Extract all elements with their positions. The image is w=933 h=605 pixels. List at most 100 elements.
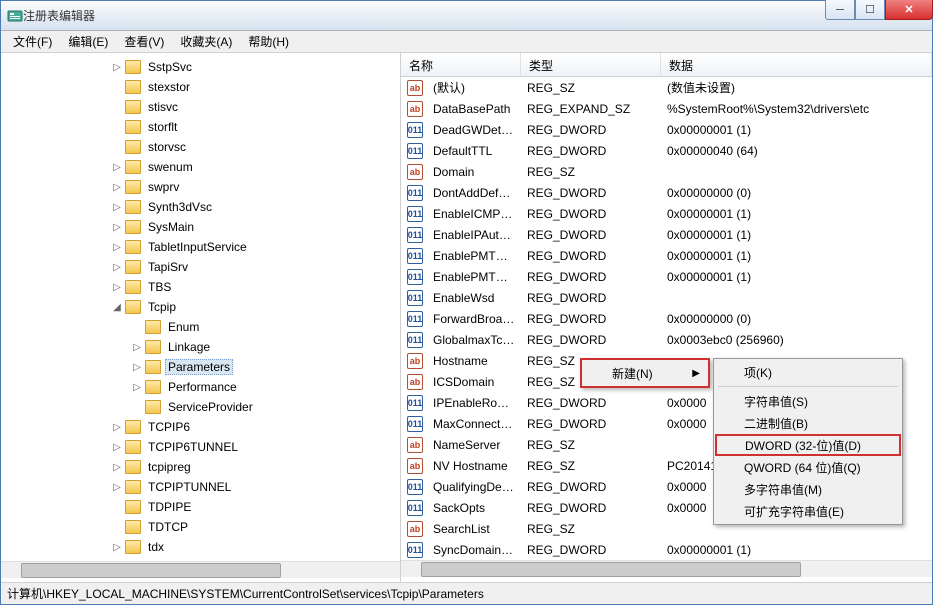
context-item-binary[interactable]: 二进制值(B) xyxy=(716,412,900,434)
menu-file[interactable]: 文件(F) xyxy=(5,31,60,52)
value-data xyxy=(661,527,932,531)
tree-item[interactable]: ▷TCPIPTUNNEL xyxy=(51,477,400,497)
value-row[interactable]: 011GlobalmaxTcp ...REG_DWORD0x0003ebc0 (… xyxy=(401,329,932,350)
tree-item[interactable]: ▷ TCPIP6 xyxy=(51,417,400,437)
value-row[interactable]: 011ForwardBroad...REG_DWORD0x00000000 (0… xyxy=(401,308,932,329)
expander-icon[interactable]: ◢ xyxy=(111,302,123,313)
list-hscrollbar[interactable] xyxy=(401,560,932,577)
tree-hscrollbar[interactable] xyxy=(1,561,400,578)
tree-item[interactable]: storflt xyxy=(51,117,400,137)
tree-item[interactable]: ▷Parameters xyxy=(51,357,400,377)
expander-icon[interactable]: ▷ xyxy=(111,262,123,273)
expander-icon[interactable]: ▷ xyxy=(131,342,143,353)
value-type: REG_SZ xyxy=(521,163,661,181)
context-item-key[interactable]: 项(K) xyxy=(716,361,900,383)
value-row[interactable]: 011DeadGWDetec...REG_DWORD0x00000001 (1) xyxy=(401,119,932,140)
tree-item[interactable]: ▷TapiSrv xyxy=(51,257,400,277)
tree-item[interactable]: stisvc xyxy=(51,97,400,117)
context-item-expandstring[interactable]: 可扩充字符串值(E) xyxy=(716,500,900,522)
value-name: DontAddDefau... xyxy=(427,184,521,202)
menu-view[interactable]: 查看(V) xyxy=(116,31,172,52)
expander-icon[interactable]: ▷ xyxy=(131,382,143,393)
tree-item[interactable]: ▷Performance xyxy=(51,377,400,397)
value-row[interactable]: 011DefaultTTLREG_DWORD0x00000040 (64) xyxy=(401,140,932,161)
expander-icon[interactable]: ▷ xyxy=(131,362,143,373)
folder-icon xyxy=(125,500,141,514)
context-item-qword[interactable]: QWORD (64 位)值(Q) xyxy=(716,456,900,478)
value-row[interactable]: 011SyncDomainWi...REG_DWORD0x00000001 (1… xyxy=(401,539,932,560)
folder-icon xyxy=(145,320,161,334)
value-row[interactable]: 011EnableICMPRe...REG_DWORD0x00000001 (1… xyxy=(401,203,932,224)
value-row[interactable]: 011EnablePMTUDi...REG_DWORD0x00000001 (1… xyxy=(401,266,932,287)
tree-item[interactable]: ▷Synth3dVsc xyxy=(51,197,400,217)
expander-icon[interactable]: ▷ xyxy=(111,442,123,453)
tree-item[interactable]: ▷Linkage xyxy=(51,337,400,357)
tree-item[interactable]: ▷ TBS xyxy=(51,277,400,297)
context-item-string[interactable]: 字符串值(S) xyxy=(716,390,900,412)
expander-icon[interactable]: ▷ xyxy=(111,222,123,233)
tree-item[interactable]: ServiceProvider xyxy=(51,397,400,417)
value-row[interactable]: 011EnableIPAutoC...REG_DWORD0x00000001 (… xyxy=(401,224,932,245)
folder-icon xyxy=(145,360,161,374)
value-row[interactable]: abDomainREG_SZ xyxy=(401,161,932,182)
expander-icon[interactable]: ▷ xyxy=(111,182,123,193)
menu-help[interactable]: 帮助(H) xyxy=(240,31,297,52)
value-name: (默认) xyxy=(427,77,521,98)
value-type: REG_DWORD xyxy=(521,499,661,517)
dword-value-icon: 011 xyxy=(407,479,423,495)
tree-item[interactable]: ▷tdx xyxy=(51,537,400,557)
dword-value-icon: 011 xyxy=(407,395,423,411)
tree-item[interactable]: TDTCP xyxy=(51,517,400,537)
context-item-dword[interactable]: DWORD (32-位)值(D) xyxy=(715,434,901,456)
tree-item[interactable]: ▷TCPIP6TUNNEL xyxy=(51,437,400,457)
value-row[interactable]: 011DontAddDefau...REG_DWORD0x00000000 (0… xyxy=(401,182,932,203)
expander-icon[interactable]: ▷ xyxy=(111,422,123,433)
dword-value-icon: 011 xyxy=(407,311,423,327)
context-item-multistring[interactable]: 多字符串值(M) xyxy=(716,478,900,500)
value-row[interactable]: ab(默认)REG_SZ(数值未设置) xyxy=(401,77,932,98)
titlebar[interactable]: 注册表编辑器 ─ ☐ ✕ xyxy=(1,1,932,31)
expander-icon[interactable]: ▷ xyxy=(111,162,123,173)
tree-item-label: storvsc xyxy=(145,139,189,155)
column-name[interactable]: 名称 xyxy=(401,53,521,76)
tree-item-label: TBS xyxy=(145,279,174,295)
expander-icon[interactable]: ▷ xyxy=(111,542,123,553)
tree-item-label: TCPIP6 xyxy=(145,419,193,435)
value-type: REG_DWORD xyxy=(521,226,661,244)
value-row[interactable]: abDataBasePathREG_EXPAND_SZ%SystemRoot%\… xyxy=(401,98,932,119)
tree-item[interactable]: ▷TabletInputService xyxy=(51,237,400,257)
tree-item[interactable]: ▷SstpSvc xyxy=(51,57,400,77)
tree-item[interactable]: ▷swprv xyxy=(51,177,400,197)
expander-icon[interactable]: ▷ xyxy=(111,62,123,73)
value-row[interactable]: 011EnablePMTUB...REG_DWORD0x00000001 (1) xyxy=(401,245,932,266)
expander-icon[interactable]: ▷ xyxy=(111,242,123,253)
menu-edit[interactable]: 编辑(E) xyxy=(60,31,116,52)
submenu-arrow-icon: ▶ xyxy=(692,368,700,379)
context-submenu-new: 项(K) 字符串值(S) 二进制值(B) DWORD (32-位)值(D) QW… xyxy=(713,358,903,525)
tree-item[interactable]: Enum xyxy=(51,317,400,337)
column-data[interactable]: 数据 xyxy=(661,53,932,76)
column-type[interactable]: 类型 xyxy=(521,53,661,76)
folder-icon xyxy=(125,540,141,554)
context-item-new[interactable]: 新建(N) ▶ xyxy=(584,362,706,384)
value-data xyxy=(661,170,932,174)
expander-icon[interactable]: ▷ xyxy=(111,462,123,473)
close-button[interactable]: ✕ xyxy=(885,0,933,20)
value-name: MaxConnectio... xyxy=(427,415,521,433)
expander-icon[interactable]: ▷ xyxy=(111,202,123,213)
tree-item[interactable]: TDPIPE xyxy=(51,497,400,517)
expander-icon[interactable]: ▷ xyxy=(111,482,123,493)
maximize-button[interactable]: ☐ xyxy=(855,0,885,20)
tree-item[interactable]: ▷tcpipreg xyxy=(51,457,400,477)
tree-item[interactable]: storvsc xyxy=(51,137,400,157)
tree-item[interactable]: stexstor xyxy=(51,77,400,97)
value-row[interactable]: 011EnableWsdREG_DWORD xyxy=(401,287,932,308)
tree-item-label: Tcpip xyxy=(145,299,179,315)
menu-favorites[interactable]: 收藏夹(A) xyxy=(172,31,240,52)
tree-item[interactable]: ▷swenum xyxy=(51,157,400,177)
expander-icon[interactable]: ▷ xyxy=(111,282,123,293)
minimize-button[interactable]: ─ xyxy=(825,0,855,20)
tree-item[interactable]: ▷SysMain xyxy=(51,217,400,237)
tree-item[interactable]: ◢ Tcpip xyxy=(51,297,400,317)
tree-pane[interactable]: ▷SstpSvcstexstorstisvcstorflt storvsc ▷swe… xyxy=(1,53,401,582)
